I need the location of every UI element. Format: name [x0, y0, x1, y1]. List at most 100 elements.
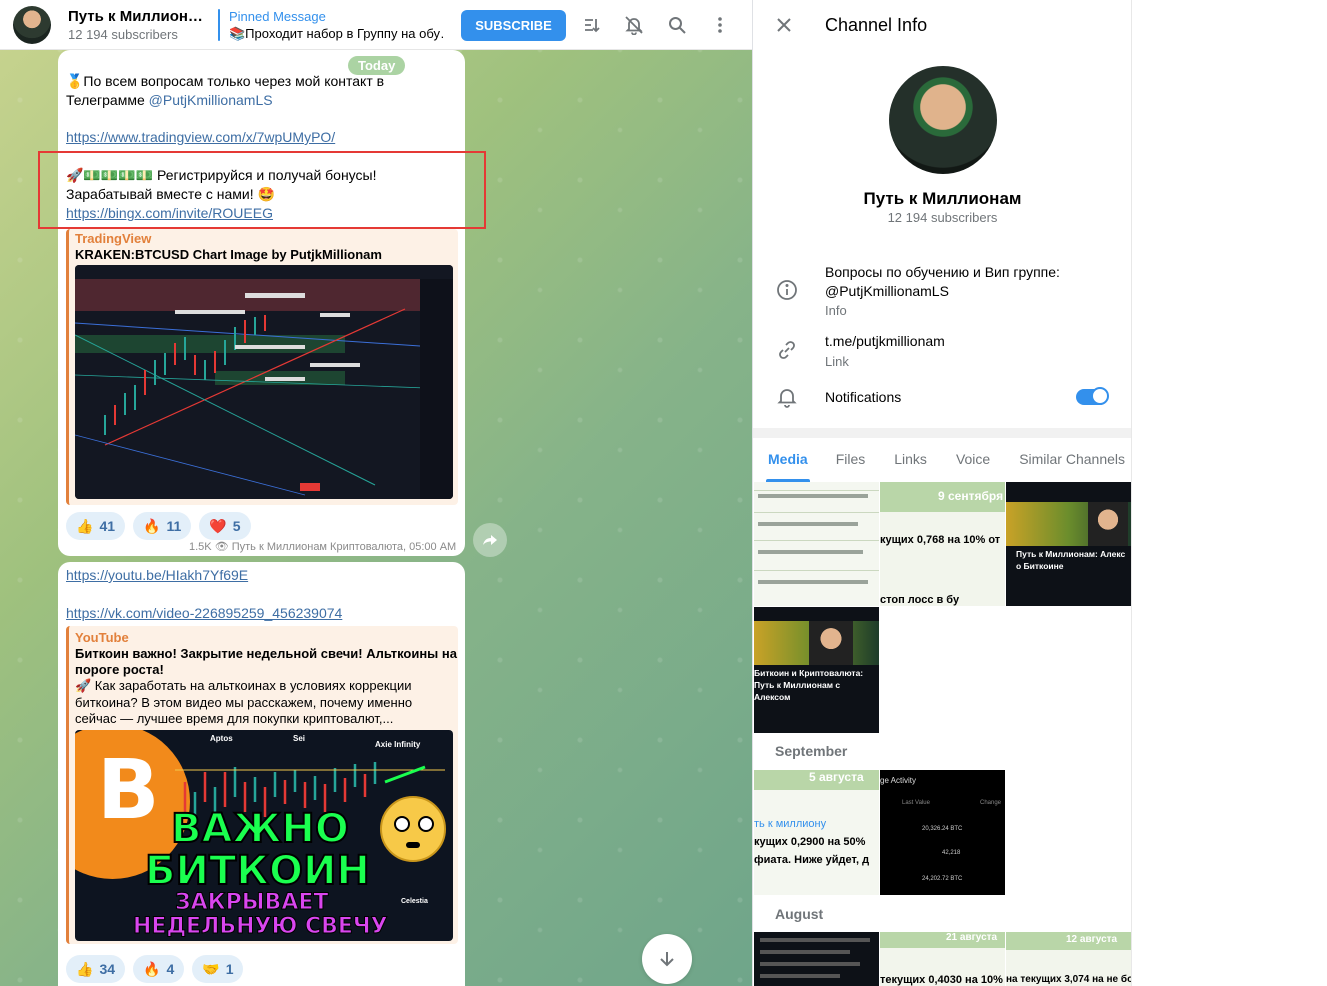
tab-similar-channels[interactable]: Similar Channels	[1019, 438, 1125, 482]
tile-text: на текущих 3,074 на не бол	[1006, 974, 1131, 985]
media-tile[interactable]: ge Activity Last Value Change 20,326.24 …	[880, 770, 1005, 895]
youtube-link[interactable]: https://youtu.be/HIakh7Yf69E	[66, 566, 248, 585]
reaction-emoji: 🔥	[143, 960, 161, 977]
mention-link[interactable]: @PutjKmillionamLS	[149, 92, 273, 108]
vk-video-link[interactable]: https://vk.com/video-226895259_456239074	[66, 604, 342, 623]
tile-video-title: Путь к Миллионам: Алекс о Биткоине	[1016, 549, 1126, 571]
scroll-down-button[interactable]	[642, 934, 692, 984]
media-tile[interactable]	[754, 932, 879, 986]
reaction-count: 1	[225, 961, 234, 977]
preview-video-thumbnail[interactable]: B Aptos Sei Axie Infinity Celestia ВАЖНО…	[75, 730, 453, 941]
channel-avatar-large[interactable]	[889, 66, 997, 174]
reaction-count: 4	[166, 961, 175, 977]
tab-media[interactable]: Media	[766, 438, 810, 482]
tile-text: стоп лосс в бу	[880, 594, 960, 606]
subscribe-button[interactable]: SUBSCRIBE	[461, 10, 566, 41]
message-meta: 1.5K 👁 Путь к Миллионам Криптовалюта, 05…	[189, 540, 456, 553]
tile-video-title: Биткоин и Криптовалюта: Путь к Миллионам…	[754, 668, 864, 702]
thumb-coin-label: Axie Infinity	[375, 740, 421, 749]
reactions-bar: 👍 41 🔥 11 ❤️ 5	[66, 512, 251, 540]
description-mention-link[interactable]: @PutjKmillionamLS	[825, 282, 949, 301]
reaction-heart[interactable]: ❤️ 5	[199, 512, 251, 540]
preview-title: Биткоин важно! Закрытие недельной свечи!…	[75, 646, 457, 661]
channel-subscribers: 12 194 subscribers	[887, 210, 998, 225]
reaction-fire[interactable]: 🔥 4	[133, 955, 185, 983]
tile-text: Last Value	[902, 800, 930, 806]
tile-text: 42,218	[942, 850, 961, 856]
channel-link[interactable]: t.me/putjkmillionam	[825, 332, 945, 351]
panel-title: Channel Info	[825, 15, 928, 35]
pinned-message-text[interactable]: 📚Проходит набор в Группу на обу…	[229, 26, 444, 42]
close-icon[interactable]	[775, 14, 793, 40]
tile-text: ть к миллиону	[754, 818, 827, 830]
tile-text: ge Activity	[880, 776, 917, 785]
channel-description: Вопросы по обучению и Вип группе:	[825, 264, 1060, 280]
channel-avatar[interactable]	[13, 6, 51, 44]
reaction-handshake[interactable]: 🤝 1	[192, 955, 244, 983]
description-label: Info	[825, 303, 847, 318]
media-tile[interactable]	[754, 482, 879, 606]
filter-icon[interactable]	[580, 13, 604, 37]
reaction-count: 5	[232, 518, 241, 534]
thumb-subheadline: НЕДЕЛЬНУЮ СВЕЧУ	[133, 914, 389, 940]
reaction-thumbs-up[interactable]: 👍 34	[66, 955, 126, 983]
reaction-count: 41	[99, 518, 116, 534]
preview-description: 🚀 Как заработать на альткоинах в условия…	[75, 678, 413, 726]
more-vertical-icon[interactable]	[708, 13, 732, 37]
channel-name: Путь к Миллионам	[863, 189, 1022, 208]
tab-links[interactable]: Links	[894, 438, 927, 482]
chat-header[interactable]: Путь к Миллион… 12 194 subscribers Pinne…	[0, 0, 752, 50]
media-tile[interactable]: 9 сентября кущих 0,768 на 10% от стоп ло…	[880, 482, 1005, 606]
empty-area	[1131, 0, 1327, 986]
reaction-emoji: 👍	[76, 517, 94, 534]
tile-date: 9 сентября	[938, 489, 1004, 503]
tile-text: 20,326.24 BTC	[922, 826, 963, 832]
section-label-august: August	[775, 906, 824, 922]
message-text-line: 🥇По всем вопросам только через мой конта…	[66, 73, 385, 89]
channel-title[interactable]: Путь к Миллион…	[68, 8, 203, 25]
link-icon	[775, 338, 799, 362]
media-tile[interactable]: 12 августа на текущих 3,074 на не бол	[1006, 932, 1131, 986]
preview-chart-image[interactable]	[75, 265, 453, 499]
preview-title: KRAKEN:BTCUSD Chart Image by PutjkMillio…	[75, 247, 382, 262]
tab-files[interactable]: Files	[836, 438, 866, 482]
reaction-fire[interactable]: 🔥 11	[133, 512, 192, 540]
thumb-coin-label: Aptos	[210, 734, 233, 743]
tile-date: 12 августа	[1066, 934, 1118, 945]
media-tile[interactable]: Путь к Миллионам: Алекс о Биткоине	[1006, 482, 1131, 606]
search-icon[interactable]	[665, 13, 689, 37]
tile-text: Change	[980, 800, 1002, 806]
tab-voice[interactable]: Voice	[956, 438, 990, 482]
pinned-message-title[interactable]: Pinned Message	[229, 9, 326, 24]
bell-icon	[775, 385, 799, 409]
section-divider	[753, 428, 1131, 438]
tradingview-link[interactable]: https://www.tradingview.com/x/7wpUMyPO/	[66, 128, 335, 147]
thumb-headline: БИТКОИН	[144, 847, 371, 895]
media-tile[interactable]: Биткоин и Криптовалюта: Путь к Миллионам…	[754, 607, 879, 733]
media-tile[interactable]: 5 августа ть к миллиону кущих 0,2900 на …	[754, 770, 879, 895]
view-count: 1.5K	[189, 541, 212, 553]
thumb-coin-label: Sei	[293, 734, 306, 743]
link-preview-tradingview[interactable]: TradingView KRAKEN:BTCUSD Chart Image by…	[66, 229, 458, 505]
views-eye-icon: 👁	[214, 541, 229, 553]
reaction-thumbs-up[interactable]: 👍 41	[66, 512, 126, 540]
tile-text: 24,202.72 BTC	[922, 876, 963, 882]
channel-info-panel: Channel Info Путь к Миллионам 12 194 sub…	[752, 0, 1131, 986]
arrow-down-icon	[660, 952, 674, 967]
share-icon[interactable]	[473, 523, 507, 557]
media-tile[interactable]: 21 августа текущих 0,4030 на 10%	[880, 932, 1005, 986]
media-tabs: Media Files Links Voice Similar Channels	[753, 438, 1131, 482]
highlight-box	[38, 151, 486, 229]
notifications-label: Notifications	[825, 389, 902, 405]
message-text-line: Телеграмме @PutjKmillionamLS	[66, 91, 273, 110]
telegram-app: Путь к Миллион… 12 194 subscribers Pinne…	[0, 0, 1327, 986]
notifications-toggle[interactable]	[1076, 387, 1109, 405]
thumb-headline: ВАЖНО	[170, 805, 350, 853]
reaction-emoji: 🔥	[143, 517, 161, 534]
tile-date: 21 августа	[946, 932, 998, 943]
link-preview-youtube[interactable]: YouTube Биткоин важно! Закрытие недельно…	[66, 626, 458, 944]
channel-subscribers: 12 194 subscribers	[68, 27, 178, 42]
mute-bell-icon[interactable]	[622, 13, 646, 37]
tile-text: фиата. Ниже уйдет, д	[754, 854, 870, 866]
shocked-emoji-icon	[380, 796, 446, 862]
